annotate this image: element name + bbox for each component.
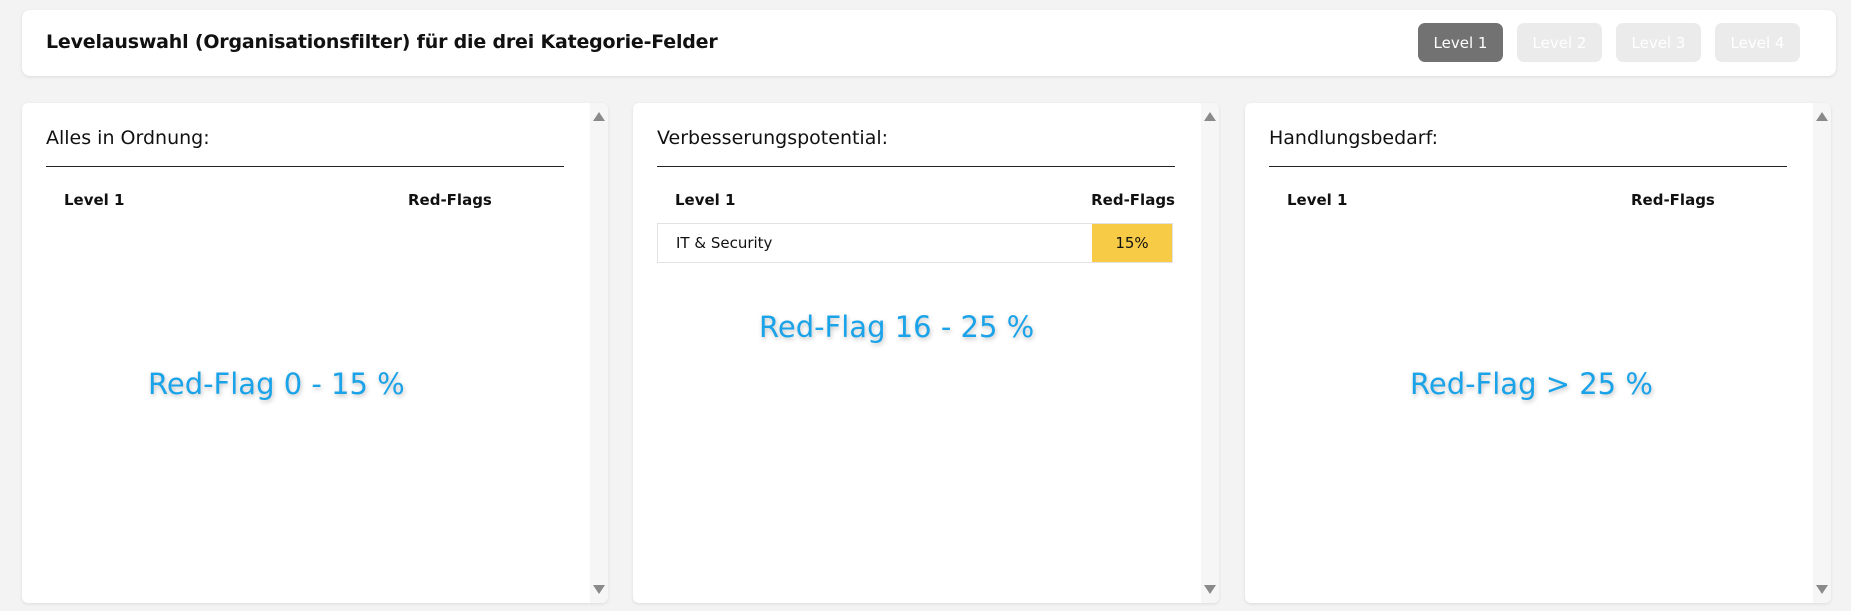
panel-alles-in-ordnung: Alles in Ordnung: Level 1 Red-Flags Red-… bbox=[22, 103, 608, 603]
level-1-button[interactable]: Level 1 bbox=[1418, 23, 1503, 62]
red-flag-value: 15% bbox=[1092, 224, 1172, 262]
column-header-level: Level 1 bbox=[1287, 191, 1348, 209]
level-3-button[interactable]: Level 3 bbox=[1616, 23, 1701, 62]
column-header-level: Level 1 bbox=[64, 191, 125, 209]
scrollbar[interactable] bbox=[1201, 103, 1219, 603]
scrollbar[interactable] bbox=[1813, 103, 1831, 603]
panel-title: Verbesserungspotential: bbox=[657, 127, 889, 149]
scrollbar[interactable] bbox=[590, 103, 608, 603]
level-2-button[interactable]: Level 2 bbox=[1517, 23, 1602, 62]
table-row[interactable]: IT & Security 15% bbox=[657, 223, 1173, 263]
column-header-level: Level 1 bbox=[675, 191, 736, 209]
row-name: IT & Security bbox=[676, 234, 773, 252]
triangle-down-icon[interactable] bbox=[1204, 585, 1216, 594]
panel-handlungsbedarf: Handlungsbedarf: Level 1 Red-Flags Red-F… bbox=[1245, 103, 1831, 603]
range-annotation: Red-Flag > 25 % bbox=[1410, 367, 1653, 401]
panel-verbesserungspotential: Verbesserungspotential: Level 1 Red-Flag… bbox=[633, 103, 1219, 603]
panel-divider bbox=[657, 166, 1175, 167]
range-annotation: Red-Flag 0 - 15 % bbox=[148, 367, 405, 401]
column-header-red-flags: Red-Flags bbox=[1631, 191, 1715, 209]
triangle-down-icon[interactable] bbox=[593, 585, 605, 594]
triangle-down-icon[interactable] bbox=[1816, 585, 1828, 594]
panel-title: Alles in Ordnung: bbox=[46, 127, 210, 149]
column-header-red-flags: Red-Flags bbox=[408, 191, 492, 209]
page-title: Levelauswahl (Organisationsfilter) für d… bbox=[46, 31, 718, 53]
triangle-up-icon[interactable] bbox=[1816, 112, 1828, 121]
panel-title: Handlungsbedarf: bbox=[1269, 127, 1439, 149]
level-filter-bar: Levelauswahl (Organisationsfilter) für d… bbox=[22, 10, 1836, 76]
level-selector: Level 1 Level 2 Level 3 Level 4 bbox=[1418, 23, 1800, 62]
range-annotation: Red-Flag 16 - 25 % bbox=[759, 310, 1035, 344]
level-4-button[interactable]: Level 4 bbox=[1715, 23, 1800, 62]
triangle-up-icon[interactable] bbox=[1204, 112, 1216, 121]
column-header-red-flags: Red-Flags bbox=[1091, 191, 1175, 209]
panel-divider bbox=[1269, 166, 1787, 167]
triangle-up-icon[interactable] bbox=[593, 112, 605, 121]
panel-divider bbox=[46, 166, 564, 167]
